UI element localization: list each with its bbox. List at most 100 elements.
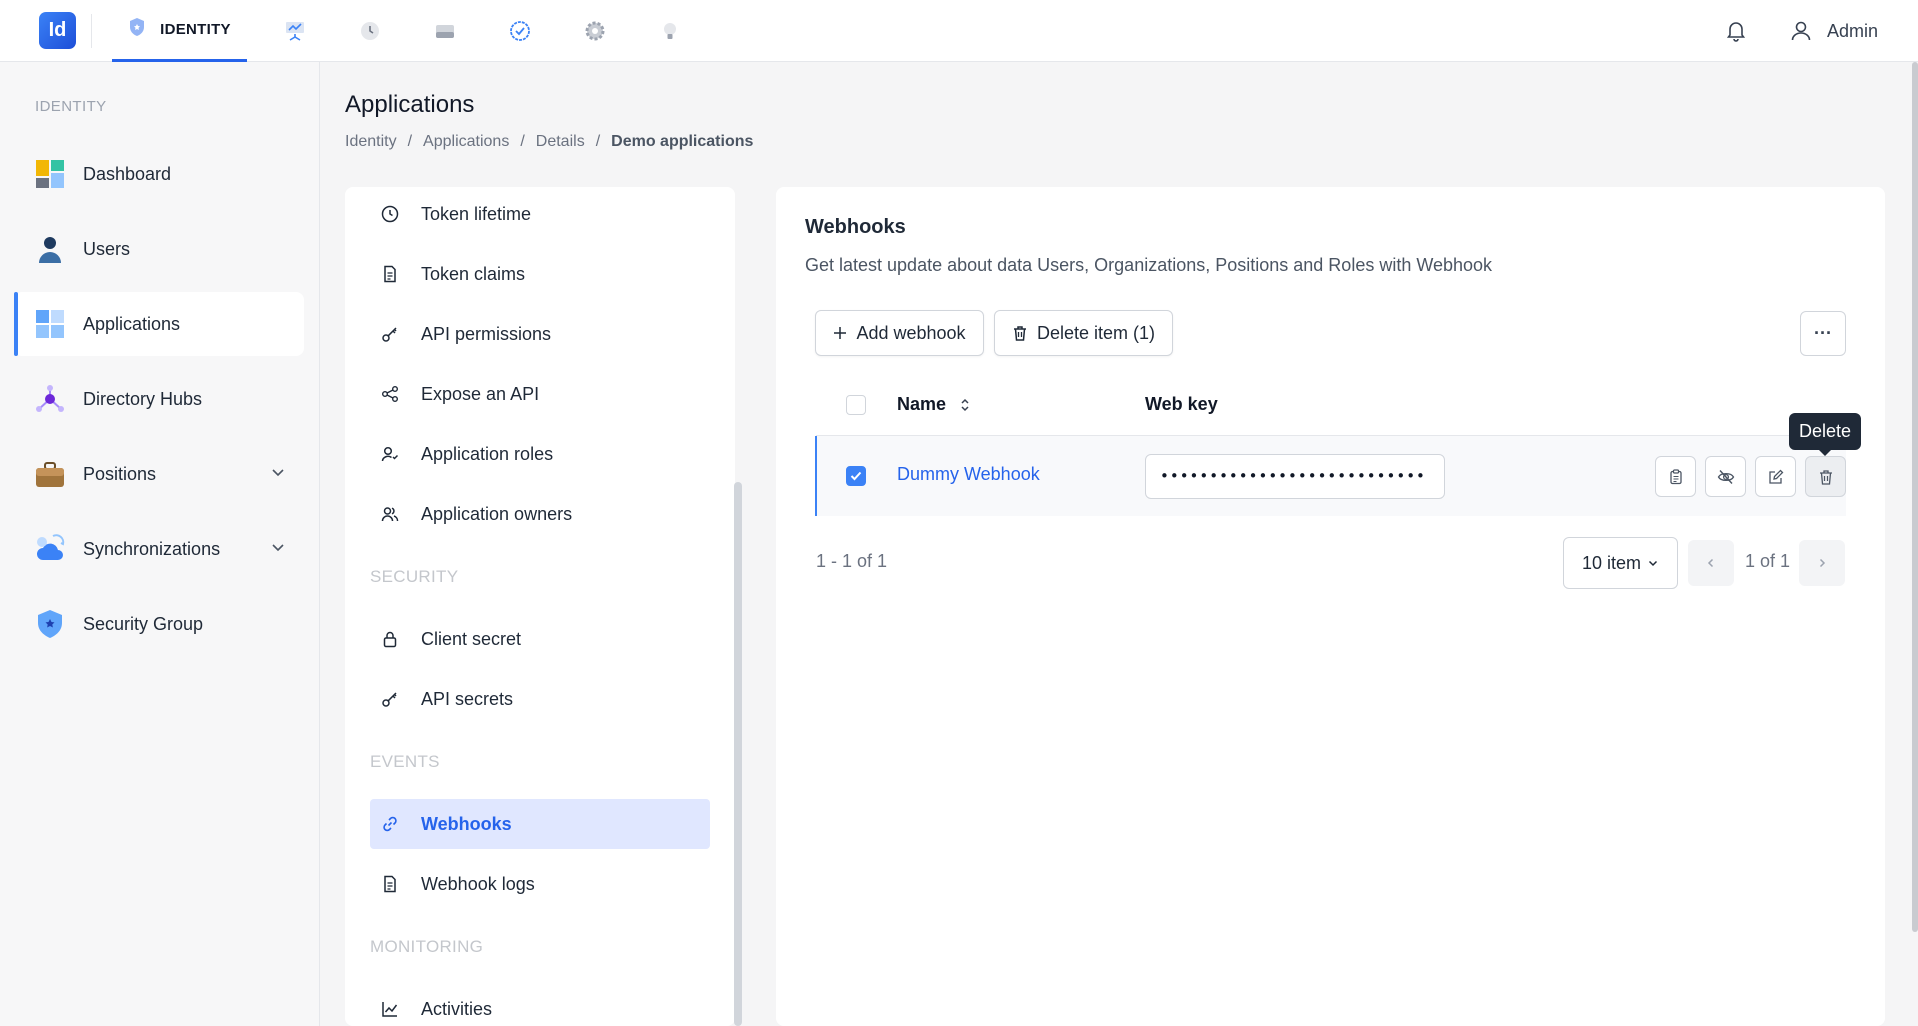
sidebar-item-applications[interactable]: Applications (14, 292, 304, 356)
menu-scrollbar[interactable] (734, 482, 742, 1026)
check-icon (850, 471, 862, 481)
chevron-down-icon (1647, 557, 1659, 569)
menu-item-expose-api[interactable]: Expose an API (370, 369, 710, 419)
tab-identity[interactable]: IDENTITY (112, 0, 247, 62)
menu-item-client-secret[interactable]: Client secret (370, 614, 710, 664)
settings-icon[interactable] (575, 0, 615, 62)
menu-item-label: Webhooks (421, 813, 512, 834)
document-icon (381, 875, 403, 893)
lock-icon (381, 630, 403, 648)
menu-section-events: EVENTS (370, 752, 440, 771)
menu-item-label: Expose an API (421, 383, 540, 404)
eye-off-icon (1717, 469, 1734, 484)
user-name[interactable]: Admin (1827, 21, 1878, 42)
menu-item-webhooks[interactable]: Webhooks (370, 799, 710, 849)
menu-item-api-permissions[interactable]: API permissions (370, 309, 710, 359)
sidebar-item-dashboard[interactable]: Dashboard (14, 142, 304, 206)
more-options-button[interactable]: ··· (1800, 311, 1846, 356)
sidebar-heading: IDENTITY (35, 98, 107, 115)
directory-hub-icon (35, 384, 65, 414)
history-icon[interactable] (350, 0, 390, 62)
breadcrumb-link[interactable]: Identity (345, 133, 397, 151)
document-icon (381, 265, 403, 283)
trash-icon (1012, 325, 1028, 341)
top-navigation-bar: Id IDENTITY Admin (0, 0, 1918, 62)
select-all-checkbox[interactable] (846, 395, 866, 415)
user-avatar-icon[interactable] (1789, 19, 1813, 43)
page-indicator: 1 of 1 (1745, 551, 1791, 571)
sidebar-item-security-group[interactable]: Security Group (14, 592, 304, 656)
link-icon (381, 815, 403, 833)
menu-item-webhook-logs[interactable]: Webhook logs (370, 859, 710, 909)
plus-icon (833, 326, 847, 340)
copy-icon (1669, 468, 1682, 484)
user-icon (35, 234, 65, 264)
sidebar-item-label: Users (83, 238, 131, 259)
sidebar-item-label: Dashboard (83, 163, 172, 184)
bell-icon[interactable] (1725, 20, 1747, 42)
sidebar-item-positions[interactable]: Positions (14, 442, 304, 506)
breadcrumb-link[interactable]: Details (536, 133, 585, 151)
page-title: Applications (345, 91, 475, 118)
pagination-range: 1 - 1 of 1 (816, 551, 888, 571)
users-icon (381, 505, 403, 523)
breadcrumb: Identity / Applications / Details / Demo… (345, 133, 753, 151)
storage-icon[interactable] (425, 0, 465, 62)
sidebar-item-directory-hubs[interactable]: Directory Hubs (14, 367, 304, 431)
ideas-icon[interactable] (650, 0, 690, 62)
sort-icon[interactable] (959, 397, 971, 418)
webhook-name-link[interactable]: Dummy Webhook (897, 464, 1040, 485)
window-scrollbar[interactable] (1912, 62, 1918, 932)
add-webhook-label: Add webhook (856, 322, 966, 343)
delete-row-button[interactable] (1805, 456, 1846, 497)
menu-item-token-lifetime[interactable]: Token lifetime (370, 189, 710, 239)
sidebar-item-label: Directory Hubs (83, 388, 203, 409)
sidebar-item-users[interactable]: Users (14, 217, 304, 281)
delete-item-button[interactable]: Delete item (1) (994, 310, 1173, 356)
menu-item-application-owners[interactable]: Application owners (370, 489, 710, 539)
briefcase-icon (35, 459, 65, 489)
topbar-user-area: Admin (1725, 0, 1878, 62)
user-role-icon (381, 445, 403, 463)
breadcrumb-separator: / (520, 133, 525, 150)
chart-line-icon (381, 1000, 403, 1018)
edit-icon (1768, 469, 1783, 484)
previous-page-button[interactable] (1688, 540, 1734, 586)
key-icon (381, 690, 403, 708)
cloud-sync-icon (35, 534, 65, 564)
chevron-down-icon[interactable] (270, 464, 286, 485)
menu-item-label: Token lifetime (421, 203, 532, 224)
menu-item-label: API permissions (421, 323, 552, 344)
menu-item-application-roles[interactable]: Application roles (370, 429, 710, 479)
row-checkbox[interactable] (846, 466, 866, 486)
page-size-select[interactable]: 10 item (1563, 537, 1678, 589)
breadcrumb-separator: / (595, 133, 601, 150)
sidebar-item-synchronizations[interactable]: Synchronizations (14, 517, 304, 581)
web-key-field[interactable]: ••••••••••••••••••••••••••• (1145, 454, 1445, 499)
menu-item-label: Application roles (421, 443, 554, 464)
dashboard-icon (35, 159, 65, 189)
copy-button[interactable] (1655, 456, 1696, 497)
app-logo[interactable]: Id (39, 12, 76, 49)
menu-item-label: API secrets (421, 688, 514, 709)
dashboard-monitor-icon[interactable] (275, 0, 315, 62)
edit-button[interactable] (1755, 456, 1796, 497)
delete-tooltip: Delete (1789, 413, 1862, 456)
sidebar-item-label: Security Group (83, 613, 204, 634)
menu-item-api-secrets[interactable]: API secrets (370, 674, 710, 724)
menu-item-token-claims[interactable]: Token claims (370, 249, 710, 299)
breadcrumb-link[interactable]: Applications (423, 133, 509, 151)
toggle-visibility-button[interactable] (1705, 456, 1746, 497)
chevron-down-icon[interactable] (270, 539, 286, 560)
next-page-button[interactable] (1799, 540, 1845, 586)
verified-icon[interactable] (500, 0, 540, 62)
sidebar-item-label: Applications (83, 313, 181, 334)
add-webhook-button[interactable]: Add webhook (815, 310, 984, 356)
column-header-name[interactable]: Name (897, 394, 946, 415)
trash-icon (1819, 469, 1832, 485)
menu-item-label: Application owners (421, 503, 573, 524)
page-size-value: 10 item (1581, 552, 1642, 573)
menu-item-label: Webhook logs (421, 873, 535, 894)
shield-icon (35, 609, 65, 639)
menu-item-activities[interactable]: Activities (370, 984, 710, 1026)
